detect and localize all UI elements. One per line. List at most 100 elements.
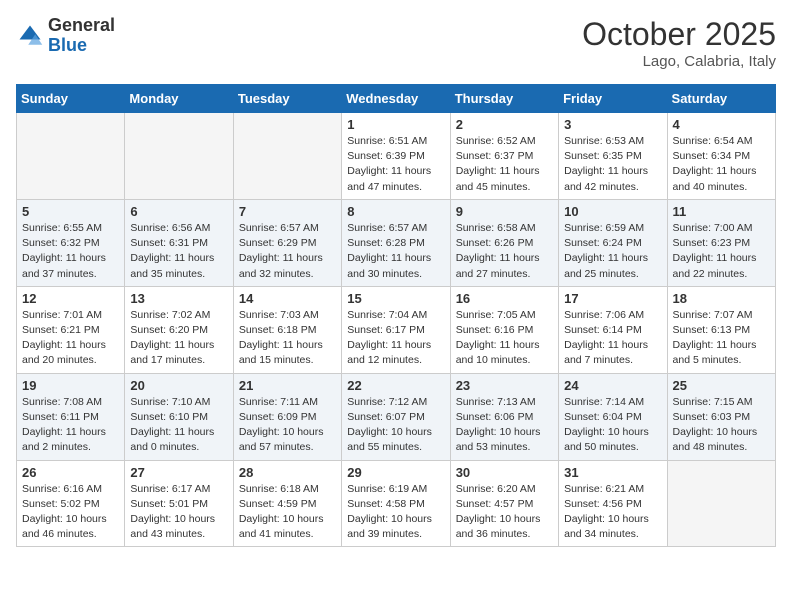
location: Lago, Calabria, Italy <box>582 53 776 70</box>
day-cell-13: 13Sunrise: 7:02 AMSunset: 6:20 PMDayligh… <box>125 286 233 373</box>
day-info: Sunrise: 6:51 AMSunset: 6:39 PMDaylight:… <box>347 134 444 195</box>
day-info: Sunrise: 6:55 AMSunset: 6:32 PMDaylight:… <box>22 221 119 282</box>
day-cell-7: 7 Sunrise: 6:57 AMSunset: 6:29 PMDaylight… <box>233 199 341 286</box>
empty-cell <box>233 113 341 200</box>
empty-cell <box>667 460 775 547</box>
day-number: 15 <box>347 291 444 306</box>
day-info: Sunrise: 6:59 AMSunset: 6:24 PMDaylight:… <box>564 221 661 282</box>
day-cell-28: 28Sunrise: 6:18 AMSunset: 4:59 PMDayligh… <box>233 460 341 547</box>
weekday-header-friday: Friday <box>559 85 667 113</box>
day-cell-6: 6 Sunrise: 6:56 AMSunset: 6:31 PMDaylight… <box>125 199 233 286</box>
day-number: 8 <box>347 204 444 219</box>
page-header: General Blue October 2025 Lago, Calabria… <box>16 16 776 70</box>
day-cell-3: 3 Sunrise: 6:53 AMSunset: 6:35 PMDaylight… <box>559 113 667 200</box>
day-number: 30 <box>456 465 553 480</box>
day-info: Sunrise: 6:57 AMSunset: 6:28 PMDaylight:… <box>347 221 444 282</box>
title-block: October 2025 Lago, Calabria, Italy <box>582 16 776 70</box>
day-number: 4 <box>673 117 770 132</box>
day-info: Sunrise: 7:05 AMSunset: 6:16 PMDaylight:… <box>456 308 553 369</box>
day-cell-30: 30Sunrise: 6:20 AMSunset: 4:57 PMDayligh… <box>450 460 558 547</box>
day-cell-23: 23 Sunrise: 7:13 AMSunset: 6:06 PMDayligh… <box>450 373 558 460</box>
day-info: Sunrise: 6:17 AMSunset: 5:01 PMDaylight:… <box>130 482 227 543</box>
day-cell-29: 29 Sunrise: 6:19 AMSunset: 4:58 PMDayligh… <box>342 460 450 547</box>
day-cell-10: 10Sunrise: 6:59 AMSunset: 6:24 PMDayligh… <box>559 199 667 286</box>
day-cell-21: 21 Sunrise: 7:11 AMSunset: 6:09 PMDayligh… <box>233 373 341 460</box>
day-number: 6 <box>130 204 227 219</box>
day-info: Sunrise: 6:18 AMSunset: 4:59 PMDaylight:… <box>239 482 336 543</box>
day-info: Sunrise: 6:57 AMSunset: 6:29 PMDaylight:… <box>239 221 336 282</box>
day-cell-20: 20 Sunrise: 7:10 AMSunset: 6:10 PMDayligh… <box>125 373 233 460</box>
day-info: Sunrise: 6:56 AMSunset: 6:31 PMDaylight:… <box>130 221 227 282</box>
day-info: Sunrise: 7:01 AMSunset: 6:21 PMDaylight:… <box>22 308 119 369</box>
day-info: Sunrise: 7:13 AMSunset: 6:06 PMDaylight:… <box>456 395 553 456</box>
day-number: 22 <box>347 378 444 393</box>
month-title: October 2025 <box>582 16 776 53</box>
day-info: Sunrise: 7:03 AMSunset: 6:18 PMDaylight:… <box>239 308 336 369</box>
weekday-header-sunday: Sunday <box>17 85 125 113</box>
day-cell-22: 22Sunrise: 7:12 AMSunset: 6:07 PMDayligh… <box>342 373 450 460</box>
day-number: 27 <box>130 465 227 480</box>
day-number: 19 <box>22 378 119 393</box>
day-number: 5 <box>22 204 119 219</box>
weekday-header-thursday: Thursday <box>450 85 558 113</box>
day-number: 21 <box>239 378 336 393</box>
day-cell-5: 5 Sunrise: 6:55 AMSunset: 6:32 PMDaylight… <box>17 199 125 286</box>
weekday-header-tuesday: Tuesday <box>233 85 341 113</box>
day-number: 16 <box>456 291 553 306</box>
day-number: 23 <box>456 378 553 393</box>
day-cell-27: 27 Sunrise: 6:17 AMSunset: 5:01 PMDayligh… <box>125 460 233 547</box>
day-number: 3 <box>564 117 661 132</box>
day-info: Sunrise: 7:11 AMSunset: 6:09 PMDaylight:… <box>239 395 336 456</box>
day-number: 17 <box>564 291 661 306</box>
day-number: 29 <box>347 465 444 480</box>
day-cell-16: 16 Sunrise: 7:05 AMSunset: 6:16 PMDayligh… <box>450 286 558 373</box>
day-info: Sunrise: 6:52 AMSunset: 6:37 PMDaylight:… <box>456 134 553 195</box>
day-number: 11 <box>673 204 770 219</box>
day-info: Sunrise: 6:54 AMSunset: 6:34 PMDaylight:… <box>673 134 770 195</box>
day-cell-31: 31Sunrise: 6:21 AMSunset: 4:56 PMDayligh… <box>559 460 667 547</box>
day-cell-19: 19 Sunrise: 7:08 AMSunset: 6:11 PMDayligh… <box>17 373 125 460</box>
week-row-4: 19 Sunrise: 7:08 AMSunset: 6:11 PMDayligh… <box>17 373 776 460</box>
day-number: 9 <box>456 204 553 219</box>
weekday-header-monday: Monday <box>125 85 233 113</box>
week-row-5: 26 Sunrise: 6:16 AMSunset: 5:02 PMDayligh… <box>17 460 776 547</box>
day-number: 18 <box>673 291 770 306</box>
day-info: Sunrise: 6:53 AMSunset: 6:35 PMDaylight:… <box>564 134 661 195</box>
day-cell-18: 18 Sunrise: 7:07 AMSunset: 6:13 PMDayligh… <box>667 286 775 373</box>
weekday-header-wednesday: Wednesday <box>342 85 450 113</box>
day-info: Sunrise: 7:02 AMSunset: 6:20 PMDaylight:… <box>130 308 227 369</box>
day-number: 7 <box>239 204 336 219</box>
day-cell-4: 4 Sunrise: 6:54 AMSunset: 6:34 PMDaylight… <box>667 113 775 200</box>
day-number: 12 <box>22 291 119 306</box>
weekday-header-saturday: Saturday <box>667 85 775 113</box>
day-info: Sunrise: 6:21 AMSunset: 4:56 PMDaylight:… <box>564 482 661 543</box>
day-cell-15: 15 Sunrise: 7:04 AMSunset: 6:17 PMDayligh… <box>342 286 450 373</box>
day-number: 20 <box>130 378 227 393</box>
day-number: 26 <box>22 465 119 480</box>
day-info: Sunrise: 6:16 AMSunset: 5:02 PMDaylight:… <box>22 482 119 543</box>
day-info: Sunrise: 7:07 AMSunset: 6:13 PMDaylight:… <box>673 308 770 369</box>
day-info: Sunrise: 7:06 AMSunset: 6:14 PMDaylight:… <box>564 308 661 369</box>
day-info: Sunrise: 6:58 AMSunset: 6:26 PMDaylight:… <box>456 221 553 282</box>
logo: General Blue <box>16 16 115 56</box>
empty-cell <box>17 113 125 200</box>
day-cell-26: 26 Sunrise: 6:16 AMSunset: 5:02 PMDayligh… <box>17 460 125 547</box>
week-row-3: 12 Sunrise: 7:01 AMSunset: 6:21 PMDayligh… <box>17 286 776 373</box>
day-info: Sunrise: 7:00 AMSunset: 6:23 PMDaylight:… <box>673 221 770 282</box>
day-cell-11: 11 Sunrise: 7:00 AMSunset: 6:23 PMDayligh… <box>667 199 775 286</box>
week-row-2: 5 Sunrise: 6:55 AMSunset: 6:32 PMDaylight… <box>17 199 776 286</box>
day-cell-9: 9 Sunrise: 6:58 AMSunset: 6:26 PMDaylight… <box>450 199 558 286</box>
calendar-table: SundayMondayTuesdayWednesdayThursdayFrid… <box>16 84 776 547</box>
day-cell-14: 14 Sunrise: 7:03 AMSunset: 6:18 PMDayligh… <box>233 286 341 373</box>
day-cell-25: 25Sunrise: 7:15 AMSunset: 6:03 PMDayligh… <box>667 373 775 460</box>
day-info: Sunrise: 7:08 AMSunset: 6:11 PMDaylight:… <box>22 395 119 456</box>
day-cell-17: 17 Sunrise: 7:06 AMSunset: 6:14 PMDayligh… <box>559 286 667 373</box>
day-number: 14 <box>239 291 336 306</box>
day-cell-24: 24Sunrise: 7:14 AMSunset: 6:04 PMDayligh… <box>559 373 667 460</box>
day-cell-1: 1Sunrise: 6:51 AMSunset: 6:39 PMDaylight… <box>342 113 450 200</box>
day-number: 2 <box>456 117 553 132</box>
day-info: Sunrise: 7:10 AMSunset: 6:10 PMDaylight:… <box>130 395 227 456</box>
day-info: Sunrise: 7:04 AMSunset: 6:17 PMDaylight:… <box>347 308 444 369</box>
day-info: Sunrise: 6:19 AMSunset: 4:58 PMDaylight:… <box>347 482 444 543</box>
logo-general: General <box>48 16 115 36</box>
